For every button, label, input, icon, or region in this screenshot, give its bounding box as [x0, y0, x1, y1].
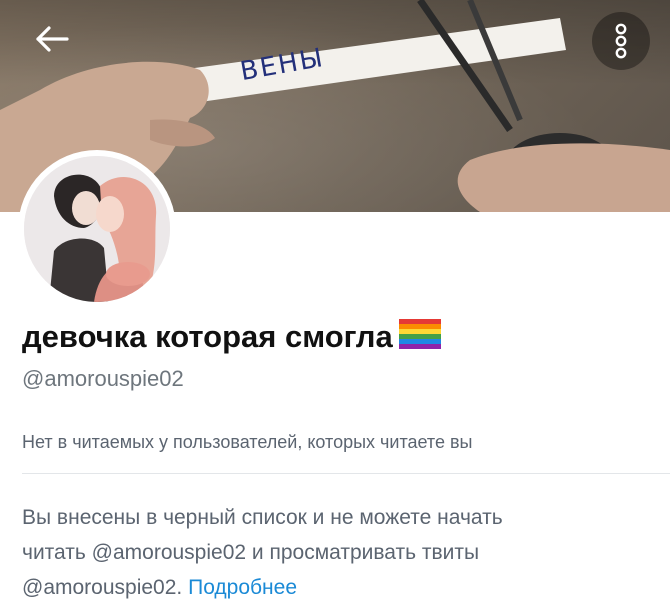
arrow-left-icon — [36, 26, 69, 52]
section-divider — [22, 473, 670, 474]
display-name: девочка которая смогла — [22, 316, 443, 358]
blocked-notice-handle: @amorouspie02. — [22, 576, 183, 599]
blocked-notice: Вы внесены в черный список и не можете н… — [22, 500, 642, 605]
learn-more-link[interactable]: Подробнее — [188, 576, 297, 599]
back-button[interactable] — [22, 14, 82, 64]
followers-you-know-note: Нет в читаемых у пользователей, которых … — [22, 432, 473, 452]
profile-avatar[interactable] — [18, 150, 176, 308]
profile-handle: @amorouspie02 — [22, 366, 184, 391]
blocked-notice-line-2: читать @amorouspie02 и просматривать тви… — [22, 541, 480, 564]
blocked-notice-line-3: @amorouspie02. Подробнее — [22, 570, 642, 605]
display-name-text: девочка которая смогла — [22, 319, 393, 354]
blocked-notice-line-1: Вы внесены в черный список и не можете н… — [22, 506, 503, 529]
rainbow-flag-icon — [397, 316, 443, 358]
more-options-button[interactable] — [592, 12, 650, 70]
avatar-image — [24, 156, 170, 302]
more-options-icon — [615, 23, 627, 59]
